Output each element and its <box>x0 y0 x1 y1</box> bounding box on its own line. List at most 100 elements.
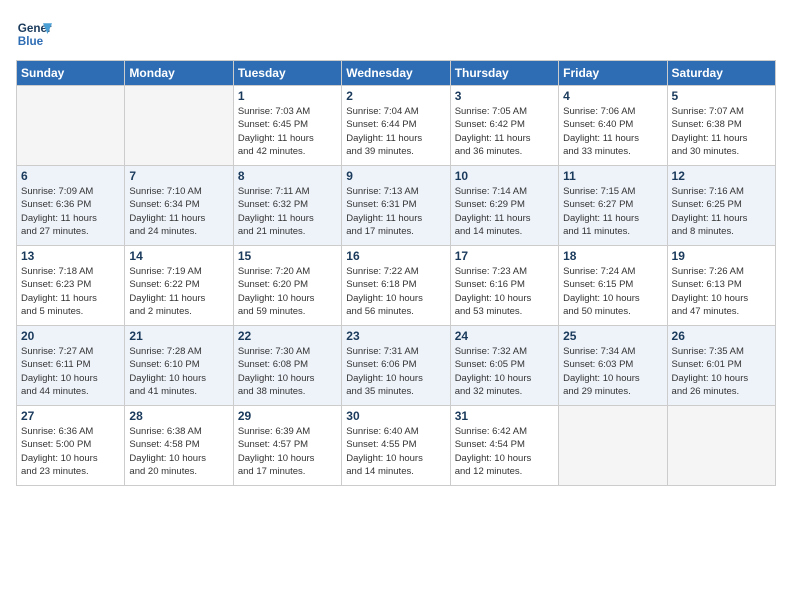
day-number: 17 <box>455 249 554 263</box>
svg-text:Blue: Blue <box>18 35 44 48</box>
cell-info: Sunrise: 6:38 AMSunset: 4:58 PMDaylight:… <box>129 425 228 478</box>
day-header-wednesday: Wednesday <box>342 61 450 86</box>
calendar-cell <box>17 86 125 166</box>
day-header-sunday: Sunday <box>17 61 125 86</box>
day-header-thursday: Thursday <box>450 61 558 86</box>
cell-info: Sunrise: 6:39 AMSunset: 4:57 PMDaylight:… <box>238 425 337 478</box>
day-number: 11 <box>563 169 662 183</box>
calendar-cell: 19 Sunrise: 7:26 AMSunset: 6:13 PMDayligh… <box>667 246 775 326</box>
day-number: 30 <box>346 409 445 423</box>
day-number: 14 <box>129 249 228 263</box>
cell-info: Sunrise: 7:16 AMSunset: 6:25 PMDaylight:… <box>672 185 771 238</box>
calendar-cell <box>125 86 233 166</box>
calendar-cell: 7 Sunrise: 7:10 AMSunset: 6:34 PMDaylight… <box>125 166 233 246</box>
calendar-cell: 1 Sunrise: 7:03 AMSunset: 6:45 PMDaylight… <box>233 86 341 166</box>
day-number: 8 <box>238 169 337 183</box>
cell-info: Sunrise: 7:03 AMSunset: 6:45 PMDaylight:… <box>238 105 337 158</box>
calendar-cell: 31 Sunrise: 6:42 AMSunset: 4:54 PMDayligh… <box>450 406 558 486</box>
calendar-cell: 13Sunrise: 7:18 AMSunset: 6:23 PMDayligh… <box>17 246 125 326</box>
cell-info: Sunrise: 7:28 AMSunset: 6:10 PMDaylight:… <box>129 345 228 398</box>
calendar-cell: 17Sunrise: 7:23 AMSunset: 6:16 PMDayligh… <box>450 246 558 326</box>
day-header-monday: Monday <box>125 61 233 86</box>
calendar-cell: 6Sunrise: 7:09 AMSunset: 6:36 PMDaylight… <box>17 166 125 246</box>
week-row-4: 20 Sunrise: 7:27 AMSunset: 6:11 PMDayligh… <box>17 326 776 406</box>
calendar-cell: 29 Sunrise: 6:39 AMSunset: 4:57 PMDayligh… <box>233 406 341 486</box>
day-number: 6 <box>21 169 120 183</box>
cell-info: Sunrise: 7:05 AMSunset: 6:42 PMDaylight:… <box>455 105 554 158</box>
day-number: 12 <box>672 169 771 183</box>
calendar-cell <box>667 406 775 486</box>
cell-info: Sunrise: 7:11 AMSunset: 6:32 PMDaylight:… <box>238 185 337 238</box>
cell-info: Sunrise: 7:30 AMSunset: 6:08 PMDaylight:… <box>238 345 337 398</box>
calendar-cell: 30 Sunrise: 6:40 AMSunset: 4:55 PMDayligh… <box>342 406 450 486</box>
cell-info: Sunrise: 7:35 AMSunset: 6:01 PMDaylight:… <box>672 345 771 398</box>
calendar-cell: 25 Sunrise: 7:34 AMSunset: 6:03 PMDayligh… <box>559 326 667 406</box>
calendar-cell: 24 Sunrise: 7:32 AMSunset: 6:05 PMDayligh… <box>450 326 558 406</box>
day-header-tuesday: Tuesday <box>233 61 341 86</box>
day-number: 3 <box>455 89 554 103</box>
cell-info: Sunrise: 7:04 AMSunset: 6:44 PMDaylight:… <box>346 105 445 158</box>
cell-info: Sunrise: 7:07 AMSunset: 6:38 PMDaylight:… <box>672 105 771 158</box>
calendar-cell: 18 Sunrise: 7:24 AMSunset: 6:15 PMDayligh… <box>559 246 667 326</box>
cell-info: Sunrise: 6:36 AMSunset: 5:00 PMDaylight:… <box>21 425 120 478</box>
logo-icon: General Blue <box>16 16 52 52</box>
cell-info: Sunrise: 6:42 AMSunset: 4:54 PMDaylight:… <box>455 425 554 478</box>
day-number: 28 <box>129 409 228 423</box>
header-row: SundayMondayTuesdayWednesdayThursdayFrid… <box>17 61 776 86</box>
day-number: 24 <box>455 329 554 343</box>
cell-info: Sunrise: 7:26 AMSunset: 6:13 PMDaylight:… <box>672 265 771 318</box>
cell-info: Sunrise: 6:40 AMSunset: 4:55 PMDaylight:… <box>346 425 445 478</box>
day-number: 9 <box>346 169 445 183</box>
day-number: 13 <box>21 249 120 263</box>
day-number: 25 <box>563 329 662 343</box>
day-number: 20 <box>21 329 120 343</box>
calendar-table: SundayMondayTuesdayWednesdayThursdayFrid… <box>16 60 776 486</box>
calendar-cell: 4 Sunrise: 7:06 AMSunset: 6:40 PMDaylight… <box>559 86 667 166</box>
cell-info: Sunrise: 7:32 AMSunset: 6:05 PMDaylight:… <box>455 345 554 398</box>
calendar-cell: 10Sunrise: 7:14 AMSunset: 6:29 PMDayligh… <box>450 166 558 246</box>
calendar-cell: 28 Sunrise: 6:38 AMSunset: 4:58 PMDayligh… <box>125 406 233 486</box>
week-row-3: 13Sunrise: 7:18 AMSunset: 6:23 PMDayligh… <box>17 246 776 326</box>
cell-info: Sunrise: 7:27 AMSunset: 6:11 PMDaylight:… <box>21 345 120 398</box>
day-number: 2 <box>346 89 445 103</box>
cell-info: Sunrise: 7:34 AMSunset: 6:03 PMDaylight:… <box>563 345 662 398</box>
cell-info: Sunrise: 7:15 AMSunset: 6:27 PMDaylight:… <box>563 185 662 238</box>
day-number: 27 <box>21 409 120 423</box>
cell-info: Sunrise: 7:22 AMSunset: 6:18 PMDaylight:… <box>346 265 445 318</box>
calendar-cell <box>559 406 667 486</box>
calendar-cell: 21 Sunrise: 7:28 AMSunset: 6:10 PMDayligh… <box>125 326 233 406</box>
day-header-saturday: Saturday <box>667 61 775 86</box>
day-number: 16 <box>346 249 445 263</box>
calendar-cell: 9 Sunrise: 7:13 AMSunset: 6:31 PMDaylight… <box>342 166 450 246</box>
calendar-cell: 3 Sunrise: 7:05 AMSunset: 6:42 PMDaylight… <box>450 86 558 166</box>
day-number: 10 <box>455 169 554 183</box>
day-number: 22 <box>238 329 337 343</box>
cell-info: Sunrise: 7:31 AMSunset: 6:06 PMDaylight:… <box>346 345 445 398</box>
day-number: 31 <box>455 409 554 423</box>
cell-info: Sunrise: 7:10 AMSunset: 6:34 PMDaylight:… <box>129 185 228 238</box>
day-number: 19 <box>672 249 771 263</box>
day-number: 18 <box>563 249 662 263</box>
day-number: 4 <box>563 89 662 103</box>
cell-info: Sunrise: 7:24 AMSunset: 6:15 PMDaylight:… <box>563 265 662 318</box>
day-number: 7 <box>129 169 228 183</box>
cell-info: Sunrise: 7:06 AMSunset: 6:40 PMDaylight:… <box>563 105 662 158</box>
day-number: 1 <box>238 89 337 103</box>
cell-info: Sunrise: 7:20 AMSunset: 6:20 PMDaylight:… <box>238 265 337 318</box>
day-number: 5 <box>672 89 771 103</box>
day-header-friday: Friday <box>559 61 667 86</box>
calendar-cell: 27 Sunrise: 6:36 AMSunset: 5:00 PMDayligh… <box>17 406 125 486</box>
logo: General Blue <box>16 16 52 52</box>
calendar-cell: 11 Sunrise: 7:15 AMSunset: 6:27 PMDayligh… <box>559 166 667 246</box>
cell-info: Sunrise: 7:19 AMSunset: 6:22 PMDaylight:… <box>129 265 228 318</box>
calendar-cell: 8 Sunrise: 7:11 AMSunset: 6:32 PMDaylight… <box>233 166 341 246</box>
cell-info: Sunrise: 7:13 AMSunset: 6:31 PMDaylight:… <box>346 185 445 238</box>
calendar-cell: 2 Sunrise: 7:04 AMSunset: 6:44 PMDaylight… <box>342 86 450 166</box>
day-number: 29 <box>238 409 337 423</box>
week-row-1: 1 Sunrise: 7:03 AMSunset: 6:45 PMDaylight… <box>17 86 776 166</box>
day-number: 15 <box>238 249 337 263</box>
calendar-cell: 22 Sunrise: 7:30 AMSunset: 6:08 PMDayligh… <box>233 326 341 406</box>
day-number: 21 <box>129 329 228 343</box>
calendar-cell: 16 Sunrise: 7:22 AMSunset: 6:18 PMDayligh… <box>342 246 450 326</box>
week-row-5: 27 Sunrise: 6:36 AMSunset: 5:00 PMDayligh… <box>17 406 776 486</box>
